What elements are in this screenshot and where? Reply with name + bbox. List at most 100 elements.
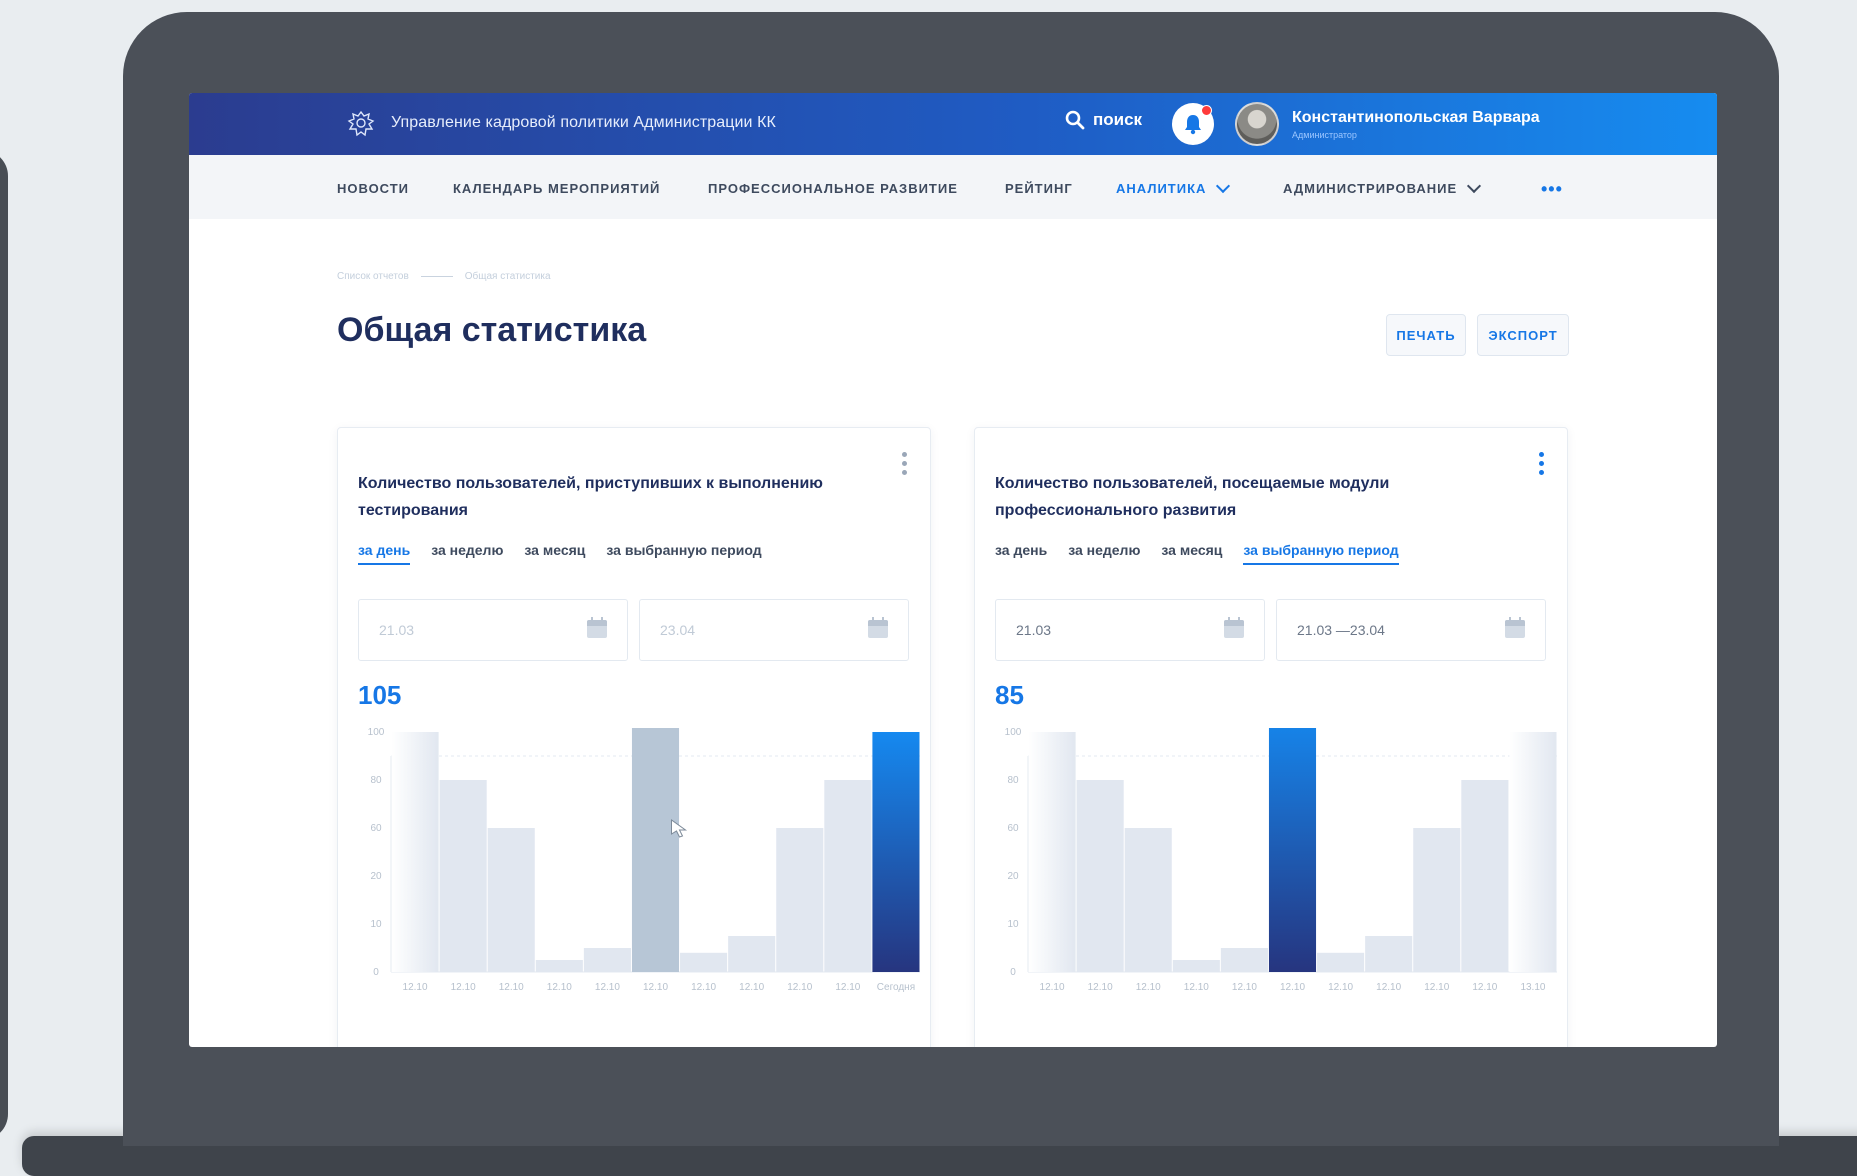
- tab-month[interactable]: за месяц: [524, 542, 585, 565]
- y-tick-label: 100: [1005, 728, 1022, 738]
- chart-bar: [1365, 936, 1413, 972]
- chart-bar: [439, 780, 487, 972]
- nav-item-rating[interactable]: РЕЙТИНГ: [1005, 181, 1073, 196]
- background-device: [0, 150, 8, 1140]
- date-from-field[interactable]: 21.03: [358, 599, 628, 661]
- date-range-field[interactable]: 21.03 —23.04: [1276, 599, 1546, 661]
- date-to-value: 23.04: [660, 622, 696, 638]
- chart-bar: [680, 952, 728, 972]
- x-tick-label: 12.10: [1328, 982, 1353, 993]
- y-tick-label: 60: [370, 823, 382, 834]
- tab-custom-period[interactable]: за выбранную период: [606, 542, 761, 565]
- date-from-field[interactable]: 21.03: [995, 599, 1265, 661]
- more-menu-button[interactable]: •••: [1541, 179, 1563, 200]
- nav-item-label: АНАЛИТИКА: [1116, 181, 1207, 196]
- nav-item-label: РЕЙТИНГ: [1005, 181, 1073, 196]
- date-from-value: 21.03: [1016, 622, 1052, 638]
- page-title: Общая статистика: [337, 311, 647, 349]
- x-tick-label: 12.10: [499, 982, 524, 993]
- calendar-icon[interactable]: [587, 617, 607, 638]
- y-tick-label: 20: [370, 871, 382, 882]
- nav-item-news[interactable]: НОВОСТИ: [337, 181, 409, 196]
- chart-bar-selected: [1268, 728, 1317, 972]
- x-tick-label: 12.10: [1184, 982, 1209, 993]
- chart-bar: [1220, 948, 1268, 972]
- bar-chart: 0 10 20 60 80 100 12.10 12.10 12.10 12.10 12.10 12.…: [368, 728, 920, 993]
- breadcrumb-current: Общая статистика: [464, 271, 551, 282]
- tab-day[interactable]: за день: [358, 542, 411, 565]
- chart-bar: [728, 936, 776, 972]
- x-tick-label: 12.10: [451, 982, 476, 993]
- chart-bar: [1461, 780, 1509, 972]
- y-tick-label: 100: [368, 728, 385, 738]
- x-tick-label: 12.10: [547, 982, 572, 993]
- date-to-field[interactable]: 23.04: [639, 599, 909, 661]
- search-button[interactable]: поиск: [1065, 110, 1142, 130]
- nav-item-calendar[interactable]: КАЛЕНДАРЬ МЕРОПРИЯТИЙ: [453, 181, 660, 196]
- x-tick-label: Сегодня: [877, 982, 915, 993]
- x-tick-label: 12.10: [739, 982, 764, 993]
- user-name[interactable]: Константинопольская Варвара: [1292, 109, 1540, 127]
- chart-bar: [487, 828, 535, 972]
- notification-dot: [1201, 105, 1212, 116]
- chart-bar: [1172, 960, 1220, 972]
- nav-item-professional-development[interactable]: ПРОФЕССИОНАЛЬНОЕ РАЗВИТИЕ: [708, 181, 958, 196]
- org-title: Управление кадровой политики Администрац…: [391, 114, 776, 131]
- x-tick-label: 12.10: [1424, 982, 1449, 993]
- y-tick-label: 0: [1010, 967, 1016, 978]
- nav-item-analytics[interactable]: АНАЛИТИКА: [1116, 178, 1231, 196]
- x-tick-label: 12.10: [691, 982, 716, 993]
- stats-card-testing: Количество пользователей, приступивших к…: [337, 427, 931, 1047]
- chevron-down-icon: [1216, 178, 1231, 194]
- calendar-icon[interactable]: [1505, 617, 1525, 638]
- x-tick-label: 12.10: [595, 982, 620, 993]
- chart-bar: [1076, 780, 1124, 972]
- chart-bar: [1317, 952, 1365, 972]
- main-nav: НОВОСТИ КАЛЕНДАРЬ МЕРОПРИЯТИЙ ПРОФЕССИОН…: [189, 155, 1717, 219]
- app-screen: Управление кадровой политики Администрац…: [189, 93, 1717, 1047]
- avatar[interactable]: [1235, 102, 1279, 146]
- chart-bar: [535, 960, 583, 972]
- chart-bar: [1124, 828, 1172, 972]
- card-menu-button[interactable]: [1539, 452, 1545, 475]
- calendar-icon[interactable]: [868, 617, 888, 638]
- card-title: Количество пользователей, приступивших к…: [358, 475, 823, 519]
- x-tick-label: 12.10: [643, 982, 668, 993]
- y-tick-label: 60: [1007, 823, 1019, 834]
- date-from-value: 21.03: [379, 622, 415, 638]
- x-tick-label: 12.10: [1136, 982, 1161, 993]
- top-bar: Управление кадровой политики Администрац…: [189, 93, 1717, 155]
- chart-bar: [1509, 732, 1557, 972]
- notifications-button[interactable]: [1172, 103, 1214, 145]
- tab-day[interactable]: за день: [995, 542, 1047, 565]
- breadcrumb-separator: [420, 276, 453, 277]
- user-role: Администратор: [1292, 130, 1357, 140]
- tab-custom-period[interactable]: за выбранную период: [1243, 542, 1399, 565]
- breadcrumb: Список отчетов Общая статистика: [337, 271, 551, 282]
- chart-bar: [583, 948, 631, 972]
- export-button[interactable]: ЭКСПОРТ: [1477, 314, 1569, 356]
- card-menu-button[interactable]: [902, 452, 908, 475]
- crest-icon: [347, 110, 375, 137]
- chart-bar-selected: [872, 732, 920, 972]
- chevron-down-icon: [1467, 178, 1482, 194]
- x-tick-label: 12.10: [835, 982, 860, 993]
- tab-week[interactable]: за неделю: [431, 542, 503, 565]
- search-label: поиск: [1093, 110, 1143, 129]
- x-tick-label: 12.10: [1280, 982, 1305, 993]
- breadcrumb-link[interactable]: Список отчетов: [337, 271, 409, 282]
- period-tabs: за день за неделю за месяц за выбранную …: [358, 542, 762, 565]
- nav-item-label: КАЛЕНДАРЬ МЕРОПРИЯТИЙ: [453, 181, 661, 196]
- nav-item-label: НОВОСТИ: [337, 181, 410, 196]
- x-tick-label: 12.10: [1040, 982, 1065, 993]
- tab-week[interactable]: за неделю: [1068, 542, 1140, 565]
- nav-item-administration[interactable]: АДМИНИСТРИРОВАНИЕ: [1283, 178, 1482, 196]
- chart-bar: [391, 732, 439, 972]
- x-tick-label: 13.10: [1520, 982, 1545, 993]
- print-button[interactable]: ПЕЧАТЬ: [1386, 314, 1466, 356]
- chart-bar-hover: [631, 728, 680, 972]
- calendar-icon[interactable]: [1224, 617, 1244, 638]
- total-count: 85: [995, 680, 1024, 710]
- tab-month[interactable]: за месяц: [1161, 542, 1222, 565]
- y-tick-label: 20: [1007, 871, 1019, 882]
